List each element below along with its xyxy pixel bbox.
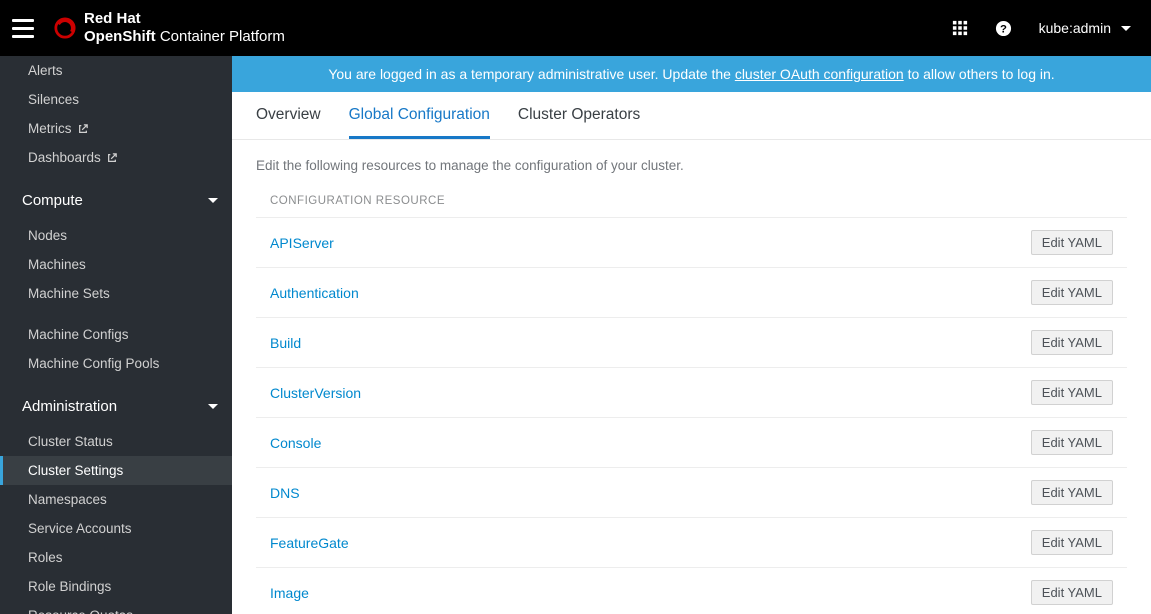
sidebar-item-cluster-settings[interactable]: Cluster Settings	[0, 456, 232, 485]
resource-row: Authentication Edit YAML	[256, 267, 1127, 317]
resource-link-image[interactable]: Image	[270, 585, 309, 601]
sidebar-item-machine-config-pools[interactable]: Machine Config Pools	[0, 349, 232, 378]
resource-row: Build Edit YAML	[256, 317, 1127, 367]
info-banner: You are logged in as a temporary adminis…	[232, 56, 1151, 92]
resource-row: ClusterVersion Edit YAML	[256, 367, 1127, 417]
tab-cluster-operators[interactable]: Cluster Operators	[518, 92, 640, 139]
sidebar-item-machine-sets[interactable]: Machine Sets	[0, 279, 232, 308]
sidebar-item-service-accounts[interactable]: Service Accounts	[0, 514, 232, 543]
resource-link-apiserver[interactable]: APIServer	[270, 235, 334, 251]
top-bar: Red Hat OpenShift Container Platform ? k…	[0, 0, 1151, 56]
sidebar: AlertsSilencesMetricsDashboards ComputeNo…	[0, 56, 232, 614]
sidebar-item-cluster-status[interactable]: Cluster Status	[0, 427, 232, 456]
resource-link-dns[interactable]: DNS	[270, 485, 300, 501]
resource-link-featuregate[interactable]: FeatureGate	[270, 535, 349, 551]
tab-global-configuration[interactable]: Global Configuration	[349, 92, 490, 139]
sidebar-item-silences[interactable]: Silences	[0, 85, 232, 114]
edit-yaml-button[interactable]: Edit YAML	[1031, 480, 1113, 505]
user-name: kube:admin	[1039, 20, 1111, 36]
external-link-icon	[107, 153, 117, 163]
main-content: You are logged in as a temporary adminis…	[232, 56, 1151, 614]
brand-top: Red Hat	[84, 11, 285, 28]
sidebar-item-dashboards[interactable]: Dashboards	[0, 143, 232, 172]
edit-yaml-button[interactable]: Edit YAML	[1031, 380, 1113, 405]
chevron-down-icon	[1121, 26, 1131, 31]
oauth-config-link[interactable]: cluster OAuth configuration	[735, 66, 904, 82]
svg-text:?: ?	[1000, 23, 1007, 35]
edit-yaml-button[interactable]: Edit YAML	[1031, 580, 1113, 605]
edit-yaml-button[interactable]: Edit YAML	[1031, 330, 1113, 355]
tab-overview[interactable]: Overview	[256, 92, 321, 139]
apps-grid-icon[interactable]	[951, 19, 969, 37]
sidebar-section-administration[interactable]: Administration	[0, 386, 232, 427]
sidebar-item-role-bindings[interactable]: Role Bindings	[0, 572, 232, 601]
brand: Red Hat OpenShift Container Platform	[54, 11, 285, 45]
sidebar-item-nodes[interactable]: Nodes	[0, 221, 232, 250]
chevron-down-icon	[208, 198, 218, 203]
resource-row: APIServer Edit YAML	[256, 217, 1127, 267]
resource-link-console[interactable]: Console	[270, 435, 321, 451]
brand-bottom: OpenShift Container Platform	[84, 29, 285, 46]
redhat-logo-icon	[54, 17, 76, 39]
sidebar-item-machines[interactable]: Machines	[0, 250, 232, 279]
edit-yaml-button[interactable]: Edit YAML	[1031, 280, 1113, 305]
column-header: CONFIGURATION RESOURCE	[256, 195, 1127, 217]
resource-row: DNS Edit YAML	[256, 467, 1127, 517]
resource-row: FeatureGate Edit YAML	[256, 517, 1127, 567]
sidebar-item-resource-quotas[interactable]: Resource Quotas	[0, 601, 232, 614]
help-icon[interactable]: ?	[995, 19, 1013, 37]
content-description: Edit the following resources to manage t…	[256, 158, 1127, 173]
sidebar-item-namespaces[interactable]: Namespaces	[0, 485, 232, 514]
resource-row: Console Edit YAML	[256, 417, 1127, 467]
resource-link-authentication[interactable]: Authentication	[270, 285, 359, 301]
resource-link-clusterversion[interactable]: ClusterVersion	[270, 385, 361, 401]
hamburger-icon[interactable]	[10, 15, 36, 41]
external-link-icon	[78, 124, 88, 134]
sidebar-item-metrics[interactable]: Metrics	[0, 114, 232, 143]
edit-yaml-button[interactable]: Edit YAML	[1031, 230, 1113, 255]
chevron-down-icon	[208, 404, 218, 409]
user-menu[interactable]: kube:admin	[1039, 20, 1131, 36]
edit-yaml-button[interactable]: Edit YAML	[1031, 530, 1113, 555]
resource-row: Image Edit YAML	[256, 567, 1127, 614]
sidebar-item-roles[interactable]: Roles	[0, 543, 232, 572]
tab-bar: Overview Global Configuration Cluster Oper…	[232, 92, 1151, 140]
sidebar-item-machine-configs[interactable]: Machine Configs	[0, 320, 232, 349]
resource-link-build[interactable]: Build	[270, 335, 301, 351]
sidebar-item-alerts[interactable]: Alerts	[0, 56, 232, 85]
sidebar-section-compute[interactable]: Compute	[0, 180, 232, 221]
edit-yaml-button[interactable]: Edit YAML	[1031, 430, 1113, 455]
